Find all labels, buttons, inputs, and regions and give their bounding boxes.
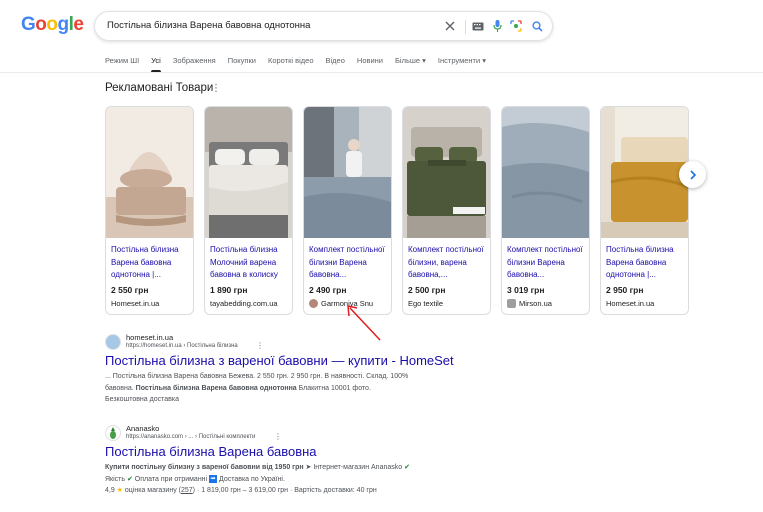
product-title[interactable]: Постільна білизна Варена бавовна однотон… (111, 244, 191, 282)
tabs-divider (0, 72, 763, 73)
site-favicon-icon[interactable] (105, 334, 121, 350)
product-title[interactable]: Комплект постільної білизни Варена бавов… (309, 244, 389, 282)
tab-tools[interactable]: Інструменти ▾ (438, 56, 486, 65)
product-card[interactable]: Комплект постільної білизни Варена бавов… (501, 106, 590, 315)
result-title-link[interactable]: Постільна білизна Варена бавовна (105, 444, 317, 459)
microphone-icon[interactable] (490, 19, 504, 33)
result-snippet: ... Постільна білизна Варена бавовна Беж… (105, 373, 409, 403)
clear-icon[interactable] (443, 19, 457, 33)
product-image[interactable] (403, 107, 490, 238)
logo-letter: o (35, 14, 47, 35)
site-url[interactable]: https://homeset.in.ua › Постільна білизн… (126, 343, 238, 349)
store-logo-icon (309, 299, 318, 308)
product-card[interactable]: Комплект постільної білизни Варена бавов… (303, 106, 392, 315)
store-logo-icon (507, 299, 516, 308)
sponsored-products-heading: Рекламовані Товари (105, 82, 214, 94)
arrow-right-icon: ➡ (209, 474, 218, 483)
logo-letter: g (57, 14, 70, 35)
product-price: 2 500 грн (408, 285, 446, 295)
site-name[interactable]: homeset.in.ua (126, 333, 173, 342)
tab-shopping[interactable]: Покупки (228, 56, 256, 65)
result-snippet: Купити постільну білизну з вареної бавов… (105, 464, 410, 494)
product-store: Mirson.ua (507, 299, 552, 308)
result-title-link[interactable]: Постільна білизна з вареної бавовни — ку… (105, 353, 454, 368)
logo-letter: o (46, 14, 58, 35)
google-logo[interactable]: Google (21, 14, 84, 36)
product-store: tayabedding.com.ua (210, 299, 278, 308)
product-price: 3 019 грн (507, 285, 545, 295)
product-price: 2 950 грн (606, 285, 644, 295)
product-store: Homeset.in.ua (111, 299, 160, 308)
search-tabs: Режим ШІ Усі Зображення Покупки Короткі … (105, 56, 498, 72)
product-image[interactable] (502, 107, 589, 238)
product-title[interactable]: Постільна білизна Варена бавовна однотон… (606, 244, 686, 282)
product-card[interactable]: Постільна білизна Варена бавовна однотон… (600, 106, 689, 315)
product-price: 2 550 грн (111, 285, 149, 295)
tab-videos[interactable]: Відео (326, 56, 345, 65)
product-image[interactable] (205, 107, 292, 238)
search-input[interactable]: Постільна білизна Варена бавовна однотон… (107, 20, 310, 31)
site-name[interactable]: Ananasko (126, 424, 159, 433)
product-store: Ego textile (408, 299, 444, 308)
tab-ai-mode[interactable]: Режим ШІ (105, 56, 139, 65)
product-price: 2 490 грн (309, 285, 347, 295)
annotation-arrow (347, 305, 381, 341)
search-icon[interactable] (530, 19, 544, 33)
result-options-icon[interactable]: ⋮ (274, 432, 282, 441)
product-image[interactable] (106, 107, 193, 238)
tab-more[interactable]: Більше ▾ (395, 56, 426, 65)
product-store: Homeset.in.ua (606, 299, 655, 308)
check-icon: ✔ (404, 464, 410, 471)
product-price: 1 890 грн (210, 285, 248, 295)
tab-news[interactable]: Новини (357, 56, 383, 65)
chevron-right-icon (689, 169, 696, 180)
tab-images[interactable]: Зображення (173, 56, 216, 65)
product-title[interactable]: Постільна білизна Молочний варена бавовн… (210, 244, 290, 282)
more-options-icon[interactable]: ⋮ (211, 83, 221, 94)
tab-short-videos[interactable]: Короткі відео (268, 56, 314, 65)
product-title[interactable]: Комплект постільної білизни Варена бавов… (507, 244, 587, 282)
result-options-icon[interactable]: ⋮ (256, 341, 264, 350)
search-divider (465, 20, 466, 34)
search-box[interactable]: Постільна білизна Варена бавовна однотон… (94, 11, 553, 41)
pineapple-icon[interactable] (105, 425, 121, 441)
product-card[interactable]: Комплект постільної білизни, варена баво… (402, 106, 491, 315)
product-card[interactable]: Постільна білизна Молочний варена бавовн… (204, 106, 293, 315)
carousel-next-button[interactable] (679, 161, 706, 188)
logo-letter: G (21, 14, 36, 35)
keyboard-icon[interactable] (471, 19, 485, 33)
site-url[interactable]: https://ananasko.com › ... › Постільні к… (126, 434, 255, 440)
review-count-link[interactable]: 257 (181, 487, 193, 494)
product-card[interactable]: Постільна білизна Варена бавовна однотон… (105, 106, 194, 315)
lens-icon[interactable] (509, 19, 523, 33)
product-image[interactable] (601, 107, 688, 238)
tab-all[interactable]: Усі (151, 56, 161, 72)
product-image[interactable] (304, 107, 391, 238)
product-title[interactable]: Комплект постільної білизни, варена баво… (408, 244, 488, 282)
logo-letter: e (73, 14, 84, 35)
